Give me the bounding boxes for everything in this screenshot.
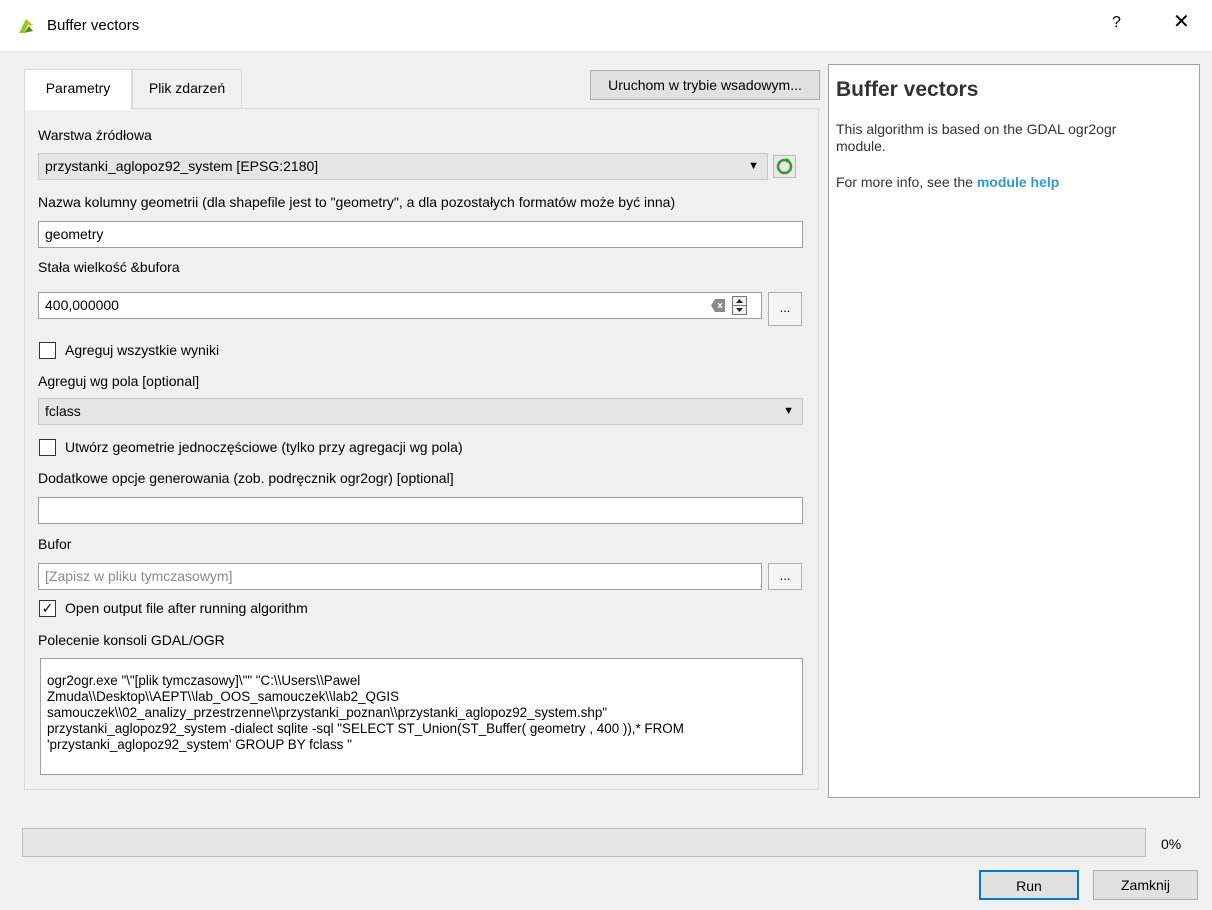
aggregate-all-checkbox[interactable] [39,342,56,359]
output-browse-button[interactable]: ... [768,563,802,590]
chevron-down-icon: ▼ [748,160,759,172]
run-as-batch-button[interactable]: Uruchom w trybie wsadowym... [590,70,820,100]
run-button[interactable]: Run [979,870,1079,900]
console-command-label: Polecenie konsoli GDAL/OGR [38,632,225,648]
geometry-column-input[interactable]: geometry [38,221,803,248]
extra-options-input[interactable] [38,497,803,524]
geometry-column-label: Nazwa kolumny geometrii (dla shapefile j… [38,194,676,210]
source-layer-select[interactable]: przystanki_aglopoz92_system [EPSG:2180] … [38,153,768,180]
aggregate-field-label: Agreguj wg pola [optional] [38,373,200,389]
help-title: Buffer vectors [836,78,979,101]
aggregate-field-value: fclass [45,403,81,419]
parameters-panel: Warstwa źródłowa przystanki_aglopoz92_sy… [24,108,819,790]
help-panel: Buffer vectors This algorithm is based o… [828,64,1200,798]
window-title: Buffer vectors [47,17,140,34]
buffer-distance-value: 400,000000 [45,297,119,313]
buffer-distance-input[interactable]: 400,000000 [38,292,762,319]
single-part-label: Utwórz geometrie jednoczęściowe (tylko p… [65,439,463,455]
progress-bar [22,828,1146,857]
progress-percent: 0% [1161,836,1182,852]
help-more-info: For more info, see the module help [836,174,1059,190]
close-window-button[interactable]: ✕ [1173,12,1190,32]
buffer-distance-label: Stała wielkość &bufora [38,259,180,275]
help-description: This algorithm is based on the GDAL ogr2… [836,121,1117,154]
aggregate-all-label: Agreguj wszystkie wyniki [65,342,220,358]
module-help-link[interactable]: module help [977,174,1059,190]
console-command-text[interactable]: ogr2ogr.exe "\"[plik tymczasowy]\"" "C:\… [40,658,803,775]
qgis-logo-icon [19,19,33,33]
close-button[interactable]: Zamknij [1093,870,1198,900]
source-layer-value: przystanki_aglopoz92_system [EPSG:2180] [45,158,319,174]
aggregate-field-select[interactable]: fclass ▼ [38,398,803,425]
output-label: Bufor [38,536,72,552]
help-button[interactable]: ? [1112,14,1121,32]
clear-icon[interactable] [711,299,725,312]
spinbox-arrows-icon[interactable] [732,296,747,315]
chevron-down-icon: ▼ [783,405,794,417]
help-more-prefix: For more info, see the [836,174,973,190]
extra-options-label: Dodatkowe opcje generowania (zob. podręc… [38,470,454,486]
tab-parameters[interactable]: Parametry [24,69,132,110]
data-defined-button[interactable]: ... [768,292,802,326]
open-output-checkbox[interactable]: ✓ [39,600,56,617]
tab-log[interactable]: Plik zdarzeń [132,69,242,109]
iterate-refresh-icon[interactable] [773,155,796,178]
source-layer-label: Warstwa źródłowa [38,127,152,143]
single-part-checkbox[interactable] [39,439,56,456]
title-bar: Buffer vectors ? ✕ [0,0,1212,52]
output-file-input[interactable]: [Zapisz w pliku tymczasowym] [38,563,762,590]
open-output-label: Open output file after running algorithm [65,600,308,616]
